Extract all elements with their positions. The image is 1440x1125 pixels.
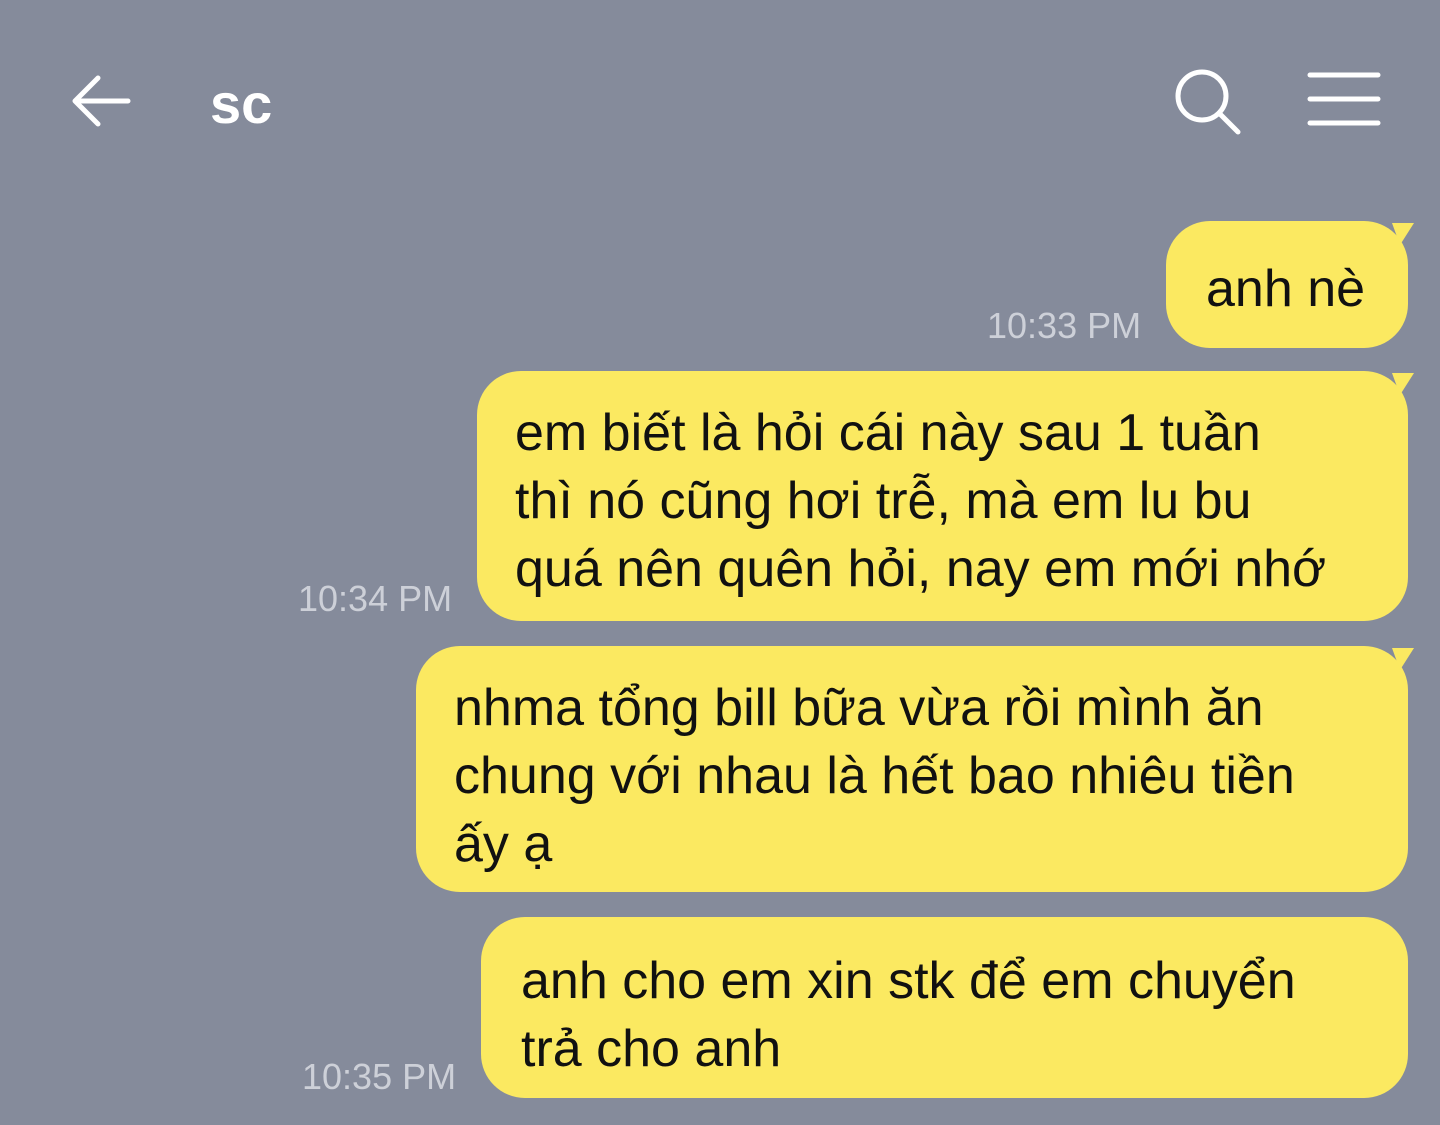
message-text: em biết là hỏi cái này sau 1 tuần thì nó… (515, 404, 1327, 598)
back-button[interactable] (66, 66, 136, 136)
message-timestamp: 10:34 PM (298, 578, 453, 619)
search-button[interactable] (1172, 66, 1244, 138)
arrow-left-icon (72, 75, 131, 127)
message-timestamp: 10:35 PM (302, 1056, 457, 1097)
message-text: nhma tổng bill bữa vừa rồi mình ăn chung… (454, 679, 1295, 873)
bubble-tail (1392, 223, 1414, 245)
message-bubble[interactable]: em biết là hỏi cái này sau 1 tuần thì nó… (477, 371, 1414, 621)
bubble-tail (1392, 373, 1414, 395)
bubble-tail (1392, 648, 1414, 670)
hamburger-menu-icon (1307, 72, 1381, 126)
message-text: anh cho em xin stk để em chuyển trả cho … (521, 952, 1296, 1078)
message-bubble[interactable]: anh cho em xin stk để em chuyển trả cho … (481, 917, 1408, 1098)
message-bubble[interactable]: nhma tổng bill bữa vừa rồi mình ăn chung… (416, 646, 1414, 892)
message-bubble[interactable]: anh nè (1166, 221, 1414, 348)
search-icon (1175, 69, 1241, 135)
chat-title: sc (210, 72, 273, 135)
message-text: anh nè (1206, 260, 1366, 318)
chat-header: sc (0, 0, 1440, 200)
message-timestamp: 10:33 PM (987, 305, 1142, 346)
menu-button[interactable] (1304, 66, 1384, 132)
